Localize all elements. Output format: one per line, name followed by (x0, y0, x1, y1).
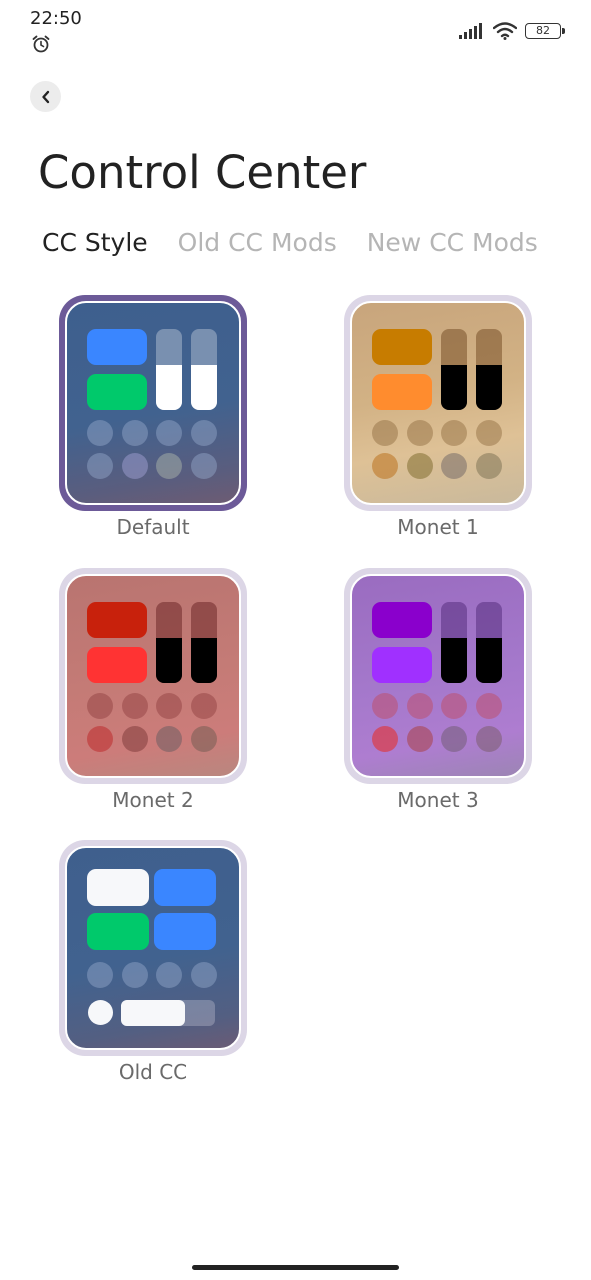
chevron-left-icon (41, 90, 49, 103)
card-frame (344, 295, 532, 511)
preview-tile (372, 647, 432, 683)
preview-dot (156, 962, 182, 988)
style-card-monet-1[interactable]: Monet 1 (344, 295, 532, 539)
preview-dot (372, 420, 398, 446)
preview-dot (156, 726, 182, 752)
preview-dot (156, 420, 182, 446)
card-frame (344, 568, 532, 784)
preview-dot (191, 453, 217, 479)
preview-dot (441, 420, 467, 446)
preview-dot (476, 726, 502, 752)
preview-dot (122, 726, 148, 752)
cc-preview-default (65, 301, 241, 505)
style-card-monet-3[interactable]: Monet 3 (344, 568, 532, 812)
preview-dot (122, 962, 148, 988)
preview-slider (441, 329, 467, 410)
preview-tile (87, 374, 147, 410)
tab-bar: CC Style Old CC Mods New CC Mods (42, 228, 550, 268)
preview-dot (87, 726, 113, 752)
preview-dot (407, 693, 433, 719)
status-time: 22:50 (30, 8, 82, 29)
alarm-icon (32, 35, 50, 53)
preview-slider (156, 602, 182, 683)
wifi-icon (493, 22, 517, 40)
style-card-default[interactable]: Default (59, 295, 247, 539)
cc-preview-monet-2 (65, 574, 241, 778)
preview-slider (191, 602, 217, 683)
card-frame (59, 568, 247, 784)
cc-preview-monet-3 (350, 574, 526, 778)
preview-dot (372, 693, 398, 719)
preview-tile (154, 869, 216, 906)
preview-slider (156, 329, 182, 410)
preview-dot (191, 962, 217, 988)
preview-dot (441, 726, 467, 752)
preview-dot (476, 453, 502, 479)
home-indicator[interactable] (192, 1265, 399, 1270)
tab-old-cc-mods[interactable]: Old CC Mods (178, 228, 337, 257)
preview-tile (87, 869, 149, 906)
style-label: Monet 2 (112, 788, 194, 812)
preview-slider (476, 602, 502, 683)
preview-slider (476, 329, 502, 410)
style-label: Default (116, 515, 190, 539)
preview-tile (372, 329, 432, 365)
preview-tile (87, 329, 147, 365)
style-card-old-cc[interactable]: Old CC (59, 840, 247, 1084)
preview-slider (441, 602, 467, 683)
preview-dot (87, 420, 113, 446)
preview-dot (191, 726, 217, 752)
tab-new-cc-mods[interactable]: New CC Mods (367, 228, 538, 257)
style-label: Monet 3 (397, 788, 479, 812)
preview-tile (372, 602, 432, 638)
preview-dot (191, 693, 217, 719)
preview-dot (88, 1000, 113, 1025)
preview-dot (122, 693, 148, 719)
preview-dot (122, 453, 148, 479)
preview-dot (87, 962, 113, 988)
preview-dot (476, 420, 502, 446)
tab-cc-style[interactable]: CC Style (42, 228, 148, 257)
preview-tile (87, 602, 147, 638)
preview-tile (87, 647, 147, 683)
preview-dot (87, 453, 113, 479)
cc-preview-monet-1 (350, 301, 526, 505)
card-frame (59, 840, 247, 1056)
battery-icon: 82 (525, 23, 565, 39)
preview-slider (191, 329, 217, 410)
preview-dot (372, 726, 398, 752)
preview-dot (476, 693, 502, 719)
preview-dot (407, 726, 433, 752)
preview-dot (372, 453, 398, 479)
page-title: Control Center (38, 146, 367, 199)
cc-preview-old-cc (65, 846, 241, 1050)
style-card-monet-2[interactable]: Monet 2 (59, 568, 247, 812)
preview-dot (441, 693, 467, 719)
preview-dot (156, 453, 182, 479)
preview-dot (441, 453, 467, 479)
style-label: Old CC (118, 1060, 188, 1084)
preview-tile (87, 913, 149, 950)
signal-icon (459, 23, 482, 39)
preview-dot (122, 420, 148, 446)
back-button[interactable] (30, 81, 61, 112)
style-label: Monet 1 (397, 515, 479, 539)
preview-dot (191, 420, 217, 446)
preview-brightness-bar (121, 1000, 215, 1026)
preview-tile (154, 913, 216, 950)
preview-dot (156, 693, 182, 719)
preview-tile (372, 374, 432, 410)
status-icons: 82 (459, 20, 565, 42)
preview-dot (407, 453, 433, 479)
preview-dot (407, 420, 433, 446)
card-frame (59, 295, 247, 511)
preview-dot (87, 693, 113, 719)
